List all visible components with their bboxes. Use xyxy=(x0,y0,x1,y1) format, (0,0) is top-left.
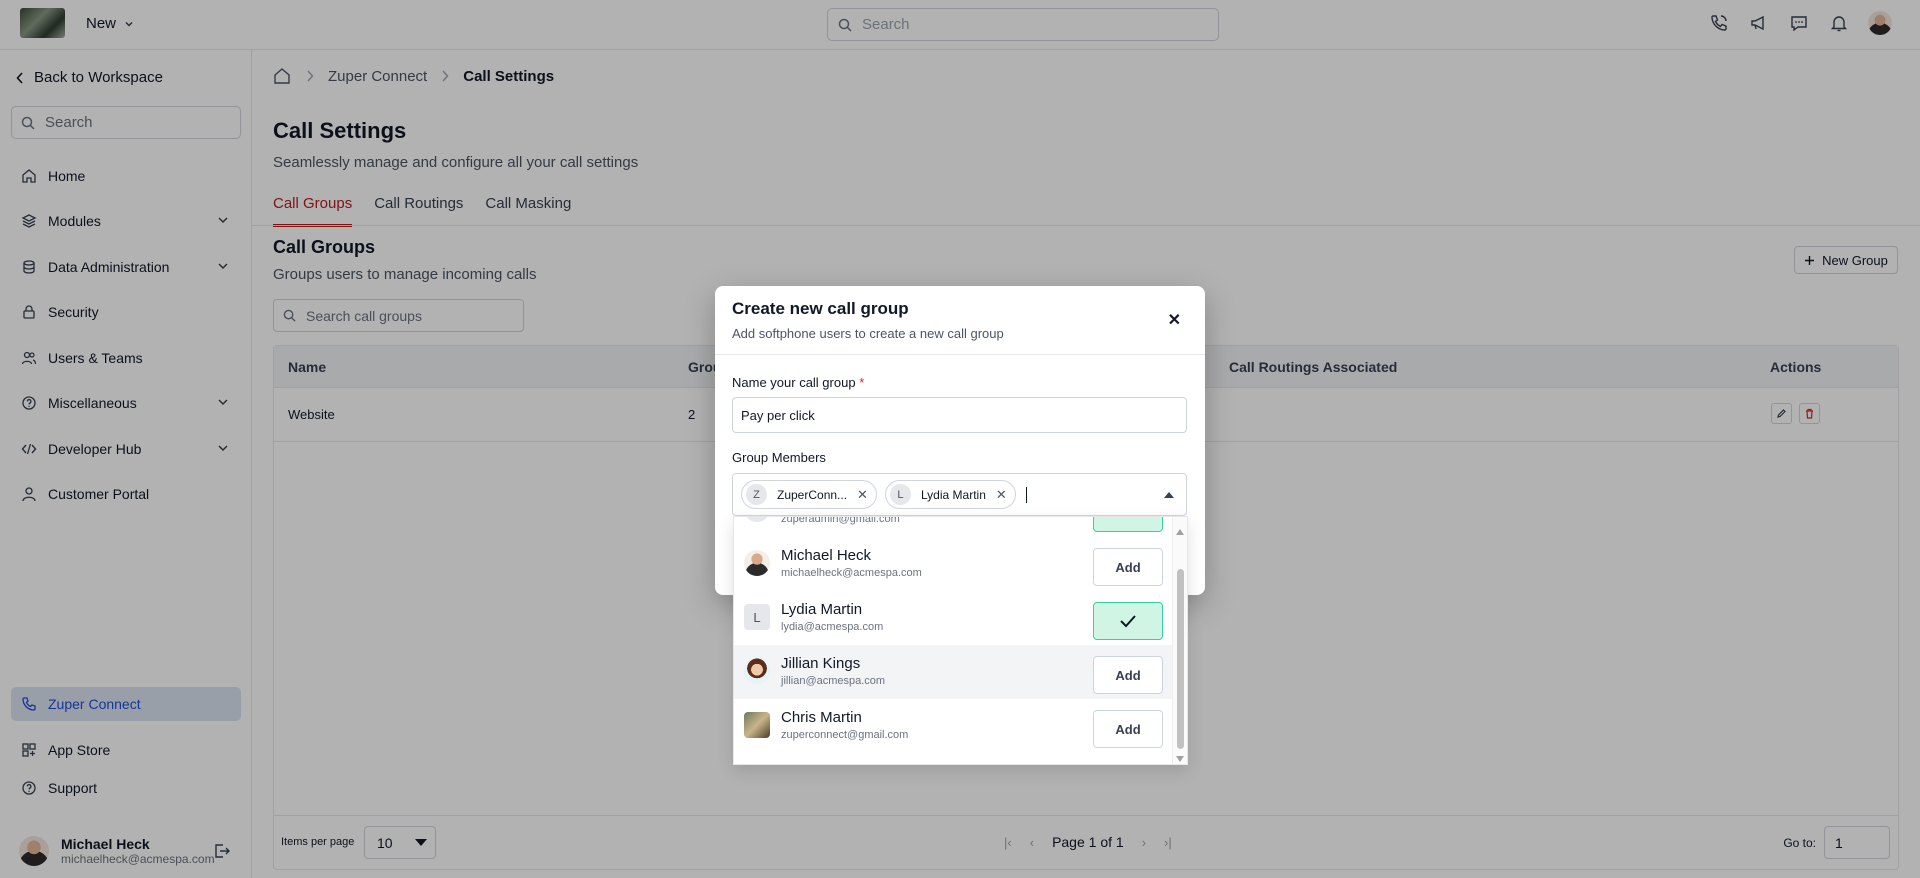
group-name-input[interactable]: Pay per click xyxy=(732,397,1187,433)
member-email: jillian@acmespa.com xyxy=(781,675,886,687)
members-dropdown: zuperadmin@gmail.com Michael Heck michae… xyxy=(733,516,1188,765)
added-button[interactable] xyxy=(1093,602,1163,640)
add-member-button[interactable]: Add xyxy=(1093,710,1163,748)
chip-label: ZuperConn... xyxy=(777,487,848,502)
member-email: zuperadmin@gmail.com xyxy=(781,516,900,525)
chip-initial: L xyxy=(889,484,911,505)
scroll-thumb[interactable] xyxy=(1177,569,1184,749)
list-item[interactable]: Jillian Kings jillian@acmespa.com Add xyxy=(734,645,1174,699)
member-name: Michael Heck xyxy=(781,547,872,564)
member-name: Jillian Kings xyxy=(781,655,861,672)
members-label: Group Members xyxy=(732,450,826,465)
member-chip: L Lydia Martin ✕ xyxy=(884,480,1016,509)
required-mark: * xyxy=(859,375,865,390)
member-email: zuperconnect@gmail.com xyxy=(781,729,909,741)
avatar xyxy=(744,712,770,738)
scroll-up-icon[interactable] xyxy=(1176,529,1184,535)
member-email: lydia@acmespa.com xyxy=(781,621,884,633)
list-item[interactable]: Chris Martin zuperconnect@gmail.com Add xyxy=(734,699,1174,753)
modal-title: Create new call group xyxy=(732,299,909,318)
dropdown-scrollbar[interactable] xyxy=(1172,517,1187,764)
name-label-text: Name your call group xyxy=(732,375,856,390)
avatar xyxy=(744,517,770,522)
list-item[interactable]: zuperadmin@gmail.com xyxy=(734,516,1174,537)
close-icon[interactable]: ✕ xyxy=(1168,310,1181,330)
group-members-select[interactable]: Z ZuperConn... ✕ L Lydia Martin ✕ xyxy=(732,473,1187,516)
check-icon xyxy=(1120,615,1136,628)
member-name: Chris Martin xyxy=(781,709,862,726)
add-member-button[interactable]: Add xyxy=(1093,656,1163,694)
caret-up-icon[interactable] xyxy=(1164,492,1174,498)
member-email: michaelheck@acmespa.com xyxy=(781,567,922,579)
name-field-label: Name your call group * xyxy=(732,375,864,390)
avatar xyxy=(744,550,770,576)
text-cursor xyxy=(1025,486,1027,503)
added-button[interactable] xyxy=(1093,517,1163,532)
list-item[interactable]: Michael Heck michaelheck@acmespa.com Add xyxy=(734,537,1174,591)
remove-chip-icon[interactable]: ✕ xyxy=(996,487,1007,503)
modal-divider xyxy=(715,354,1205,355)
add-member-button[interactable]: Add xyxy=(1093,548,1163,586)
scroll-down-icon[interactable] xyxy=(1176,756,1184,762)
modal-subtitle: Add softphone users to create a new call… xyxy=(732,326,1004,341)
avatar: L xyxy=(744,604,770,630)
member-name: Lydia Martin xyxy=(781,601,863,618)
list-item[interactable]: L Lydia Martin lydia@acmespa.com xyxy=(734,591,1174,645)
remove-chip-icon[interactable]: ✕ xyxy=(857,487,868,503)
chip-initial: Z xyxy=(746,484,767,505)
avatar xyxy=(744,658,770,684)
chip-label: Lydia Martin xyxy=(920,487,986,502)
member-chip: Z ZuperConn... ✕ xyxy=(741,480,877,509)
